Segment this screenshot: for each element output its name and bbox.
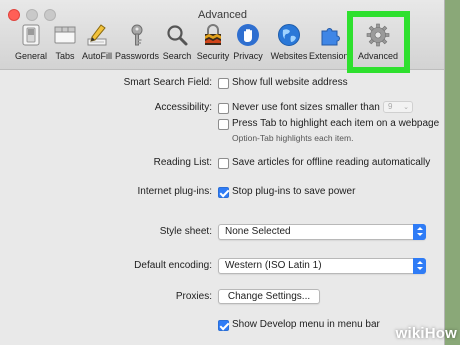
min-font-size-text: Never use font sizes smaller than: [232, 102, 380, 113]
encoding-value: Western (ISO Latin 1): [225, 260, 322, 271]
accessibility-label: Accessibility:: [154, 102, 212, 113]
show-full-address-checkbox[interactable]: [218, 78, 229, 89]
padlock-icon: [205, 24, 221, 45]
develop-menu-checkbox[interactable]: [218, 320, 229, 331]
key-icon: [131, 24, 143, 46]
hand-icon: [237, 24, 259, 46]
encoding-label: Default encoding:: [134, 260, 212, 271]
advanced-tab-highlight: [347, 11, 410, 73]
save-offline-checkbox[interactable]: [218, 158, 229, 169]
watermark-suffix: How: [424, 325, 457, 342]
autofill-pencil-icon: [87, 24, 107, 46]
min-font-size-value: 9: [388, 102, 393, 111]
option-tab-note: Option-Tab highlights each item.: [232, 133, 354, 143]
updown-arrow-icon: [413, 224, 426, 240]
style-sheet-value: None Selected: [225, 226, 291, 237]
press-tab-checkbox[interactable]: [218, 119, 229, 130]
chevron-down-icon: ⌄: [403, 104, 409, 111]
press-tab-text: Press Tab to highlight each item on a we…: [232, 118, 440, 129]
develop-menu-text: Show Develop menu in menu bar: [232, 319, 380, 330]
style-sheet-select[interactable]: None Selected: [218, 224, 426, 240]
globe-icon: [278, 24, 300, 46]
smart-search-label: Smart Search Field:: [123, 77, 212, 88]
plugins-label: Internet plug-ins:: [137, 186, 213, 197]
advanced-pane: Smart Search Field: Show full website ad…: [0, 71, 444, 345]
stop-plugins-checkbox[interactable]: [218, 187, 229, 198]
puzzle-icon: [321, 28, 340, 46]
wikihow-watermark: wikiHow: [396, 325, 457, 342]
save-offline-text: Save articles for offline reading automa…: [232, 157, 431, 168]
min-font-size-select[interactable]: 9 ⌄: [383, 101, 413, 113]
proxies-label: Proxies:: [175, 291, 212, 302]
style-sheet-label: Style sheet:: [159, 226, 212, 237]
updown-arrow-icon: [413, 258, 426, 274]
magnifier-icon: [167, 25, 188, 46]
min-font-size-checkbox[interactable]: [218, 103, 229, 114]
encoding-select[interactable]: Western (ISO Latin 1): [218, 258, 426, 274]
change-settings-button[interactable]: Change Settings...: [218, 289, 320, 304]
stop-plugins-text: Stop plug-ins to save power: [232, 186, 356, 197]
watermark-prefix: wiki: [395, 325, 425, 342]
reading-list-label: Reading List:: [153, 157, 212, 168]
show-full-address-text: Show full website address: [232, 77, 348, 88]
